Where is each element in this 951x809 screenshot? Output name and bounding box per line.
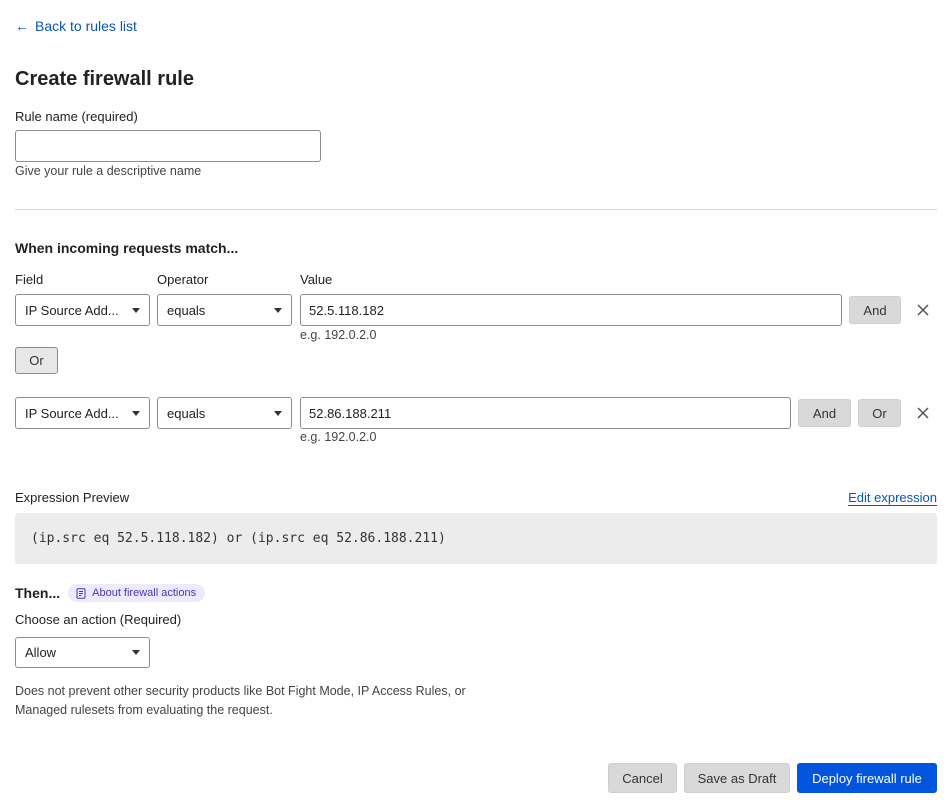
caret-down-icon (274, 307, 282, 313)
caret-down-icon (132, 307, 140, 313)
and-button-1[interactable]: And (849, 296, 901, 324)
rule-name-input[interactable] (15, 130, 321, 162)
edit-expression-link[interactable]: Edit expression (848, 490, 937, 506)
or-button[interactable]: Or (15, 347, 58, 374)
create-firewall-rule-page: ← Back to rules list Create firewall rul… (0, 0, 951, 809)
value-hint-1: e.g. 192.0.2.0 (300, 328, 377, 342)
value-input-1[interactable] (300, 294, 842, 326)
operator-column-header: Operator (157, 272, 209, 287)
action-select[interactable]: Allow (15, 637, 150, 668)
save-as-draft-button[interactable]: Save as Draft (684, 763, 790, 793)
operator-select-value: equals (167, 405, 206, 421)
and-button-2[interactable]: And (798, 399, 851, 427)
action-select-value: Allow (25, 645, 57, 660)
expression-preview-label: Expression Preview (15, 490, 130, 505)
back-to-rules-link[interactable]: ← Back to rules list (15, 18, 137, 34)
section-divider (15, 209, 937, 210)
field-select-value: IP Source Add... (25, 405, 119, 421)
action-description: Does not prevent other security products… (15, 684, 466, 717)
field-select-1[interactable]: IP Source Add... (15, 294, 150, 326)
value-input-2[interactable] (300, 397, 791, 429)
close-icon[interactable] (916, 303, 930, 317)
back-to-rules-label: Back to rules list (35, 18, 137, 34)
operator-select-value: equals (167, 302, 206, 318)
operator-select-1[interactable]: equals (157, 294, 292, 326)
document-icon (76, 587, 86, 599)
then-row: Then... About firewall actions (15, 584, 206, 602)
caret-down-icon (132, 410, 140, 416)
expression-text: (ip.src eq 52.5.118.182) or (ip.src eq 5… (31, 531, 446, 546)
expression-preview: (ip.src eq 52.5.118.182) or (ip.src eq 5… (15, 513, 937, 564)
close-icon[interactable] (916, 406, 930, 420)
page-title: Create firewall rule (15, 68, 194, 90)
caret-down-icon (132, 650, 140, 655)
action-label: Choose an action (Required) (15, 612, 182, 627)
cancel-button[interactable]: Cancel (608, 763, 677, 793)
operator-select-2[interactable]: equals (157, 397, 292, 429)
about-firewall-actions-link[interactable]: About firewall actions (68, 584, 206, 602)
caret-down-icon (274, 410, 282, 416)
rule-name-label: Rule name (required) (15, 109, 138, 124)
about-firewall-actions-label: About firewall actions (92, 587, 197, 599)
then-section-title: Then... (15, 585, 61, 601)
match-section-title: When incoming requests match... (15, 240, 239, 256)
field-select-value: IP Source Add... (25, 302, 119, 318)
deploy-firewall-rule-button[interactable]: Deploy firewall rule (797, 763, 937, 793)
value-column-header: Value (300, 272, 333, 287)
field-select-2[interactable]: IP Source Add... (15, 397, 150, 429)
arrow-left-icon: ← (15, 18, 29, 34)
or-button-2[interactable]: Or (858, 399, 901, 427)
field-column-header: Field (15, 272, 44, 287)
value-hint-2: e.g. 192.0.2.0 (300, 430, 377, 444)
rule-name-hint: Give your rule a descriptive name (15, 164, 202, 178)
